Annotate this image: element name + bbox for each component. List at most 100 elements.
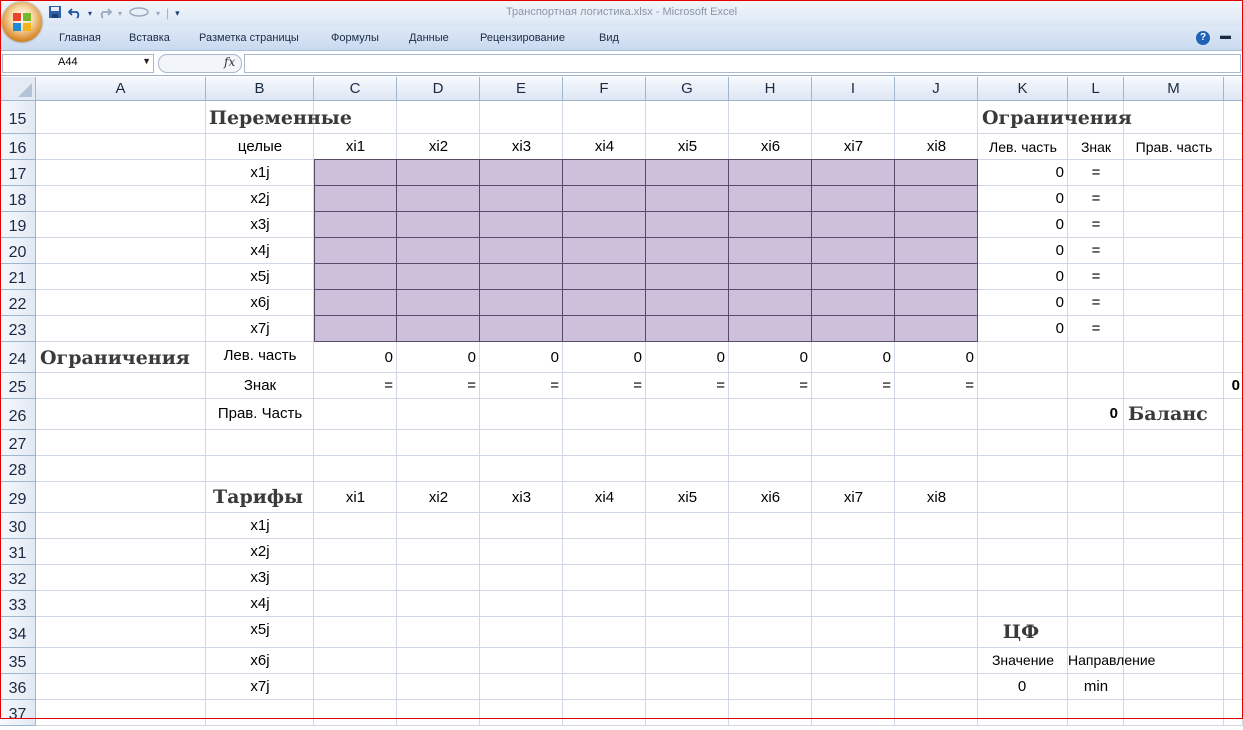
column-header-a[interactable]: A <box>36 77 206 101</box>
cell-k26[interactable] <box>978 399 1068 430</box>
cell-j28[interactable] <box>895 456 978 482</box>
formula-input[interactable] <box>244 54 1241 73</box>
cell-d37[interactable] <box>397 700 480 726</box>
cell-i34[interactable] <box>812 617 895 648</box>
cell-e26[interactable] <box>480 399 563 430</box>
cell-h27[interactable] <box>729 430 812 456</box>
cell-f26[interactable] <box>563 399 646 430</box>
cell-e27[interactable] <box>480 430 563 456</box>
cell-d32[interactable] <box>397 565 480 591</box>
cell-d31[interactable] <box>397 539 480 565</box>
cell-k31[interactable] <box>978 539 1068 565</box>
cell-k29[interactable] <box>978 482 1068 513</box>
cell-j36[interactable] <box>895 674 978 700</box>
cell-h31[interactable] <box>729 539 812 565</box>
cell-c31[interactable] <box>314 539 397 565</box>
variable-cell[interactable] <box>396 159 480 186</box>
variable-cell[interactable] <box>645 315 729 342</box>
cell-h15[interactable] <box>729 101 812 134</box>
variable-cell[interactable] <box>645 211 729 238</box>
cell-m29[interactable] <box>1124 482 1224 513</box>
variable-cell[interactable] <box>396 315 480 342</box>
column-header-f[interactable]: F <box>563 77 646 101</box>
cell-e30[interactable] <box>480 513 563 539</box>
row-header-36[interactable]: 36 <box>0 674 36 700</box>
column-header-i[interactable]: I <box>812 77 895 101</box>
cell-c33[interactable] <box>314 591 397 617</box>
variable-cell[interactable] <box>479 159 563 186</box>
row-header-20[interactable]: 20 <box>0 238 36 264</box>
cell-a19[interactable] <box>36 212 206 238</box>
cell-a16[interactable] <box>36 134 206 160</box>
cell-i35[interactable] <box>812 648 895 674</box>
variable-cell[interactable] <box>811 289 895 316</box>
variable-cell[interactable] <box>562 263 646 290</box>
help-icon[interactable]: ? <box>1196 31 1210 45</box>
cell-k33[interactable] <box>978 591 1068 617</box>
cell-g34[interactable] <box>646 617 729 648</box>
cell-i33[interactable] <box>812 591 895 617</box>
cell-g35[interactable] <box>646 648 729 674</box>
cell-i15[interactable] <box>812 101 895 134</box>
variable-cell[interactable] <box>894 185 978 212</box>
cell-b27[interactable] <box>206 430 314 456</box>
column-header-b[interactable]: B <box>206 77 314 101</box>
cell-e28[interactable] <box>480 456 563 482</box>
cell-h33[interactable] <box>729 591 812 617</box>
variable-cell[interactable] <box>894 263 978 290</box>
cell-j32[interactable] <box>895 565 978 591</box>
cell-g26[interactable] <box>646 399 729 430</box>
variable-cell[interactable] <box>396 185 480 212</box>
variable-cell[interactable] <box>811 211 895 238</box>
cell-a32[interactable] <box>36 565 206 591</box>
row-header-30[interactable]: 30 <box>0 513 36 539</box>
row-header-32[interactable]: 32 <box>0 565 36 591</box>
cell-h35[interactable] <box>729 648 812 674</box>
variable-cell[interactable] <box>314 159 397 186</box>
cell-m18[interactable] <box>1124 186 1224 212</box>
cell-e37[interactable] <box>480 700 563 726</box>
cell-m20[interactable] <box>1124 238 1224 264</box>
row-header-16[interactable]: 16 <box>0 134 36 160</box>
cell-a36[interactable] <box>36 674 206 700</box>
cell-f31[interactable] <box>563 539 646 565</box>
cell-g36[interactable] <box>646 674 729 700</box>
row-header-23[interactable]: 23 <box>0 316 36 342</box>
variable-cell[interactable] <box>811 263 895 290</box>
row-header-17[interactable]: 17 <box>0 160 36 186</box>
row-header-33[interactable]: 33 <box>0 591 36 617</box>
variable-cell[interactable] <box>728 289 812 316</box>
variable-cell[interactable] <box>894 237 978 264</box>
row-header-25[interactable]: 25 <box>0 373 36 399</box>
cell-g30[interactable] <box>646 513 729 539</box>
row-header-26[interactable]: 26 <box>0 399 36 430</box>
cell-b37[interactable] <box>206 700 314 726</box>
cell-i31[interactable] <box>812 539 895 565</box>
cell-c37[interactable] <box>314 700 397 726</box>
cell-f33[interactable] <box>563 591 646 617</box>
cell-j31[interactable] <box>895 539 978 565</box>
name-box-dropdown-icon[interactable]: ▼ <box>142 56 151 66</box>
cell-a26[interactable] <box>36 399 206 430</box>
cell-j33[interactable] <box>895 591 978 617</box>
row-header-28[interactable]: 28 <box>0 456 36 482</box>
insert-function-icon[interactable]: fx <box>224 55 235 69</box>
cell-j35[interactable] <box>895 648 978 674</box>
cell-d35[interactable] <box>397 648 480 674</box>
cell-j15[interactable] <box>895 101 978 134</box>
cell-i32[interactable] <box>812 565 895 591</box>
cell-c36[interactable] <box>314 674 397 700</box>
cell-e34[interactable] <box>480 617 563 648</box>
variable-cell[interactable] <box>314 289 397 316</box>
cell-m27[interactable] <box>1124 430 1224 456</box>
cell-l30[interactable] <box>1068 513 1124 539</box>
ribbon-minimize-icon[interactable]: ▬ <box>1220 30 1231 42</box>
variable-cell[interactable] <box>479 289 563 316</box>
variable-cell[interactable] <box>894 315 978 342</box>
variable-cell[interactable] <box>562 289 646 316</box>
cell-i26[interactable] <box>812 399 895 430</box>
cell-h34[interactable] <box>729 617 812 648</box>
cell-k28[interactable] <box>978 456 1068 482</box>
variable-cell[interactable] <box>894 289 978 316</box>
cell-j26[interactable] <box>895 399 978 430</box>
